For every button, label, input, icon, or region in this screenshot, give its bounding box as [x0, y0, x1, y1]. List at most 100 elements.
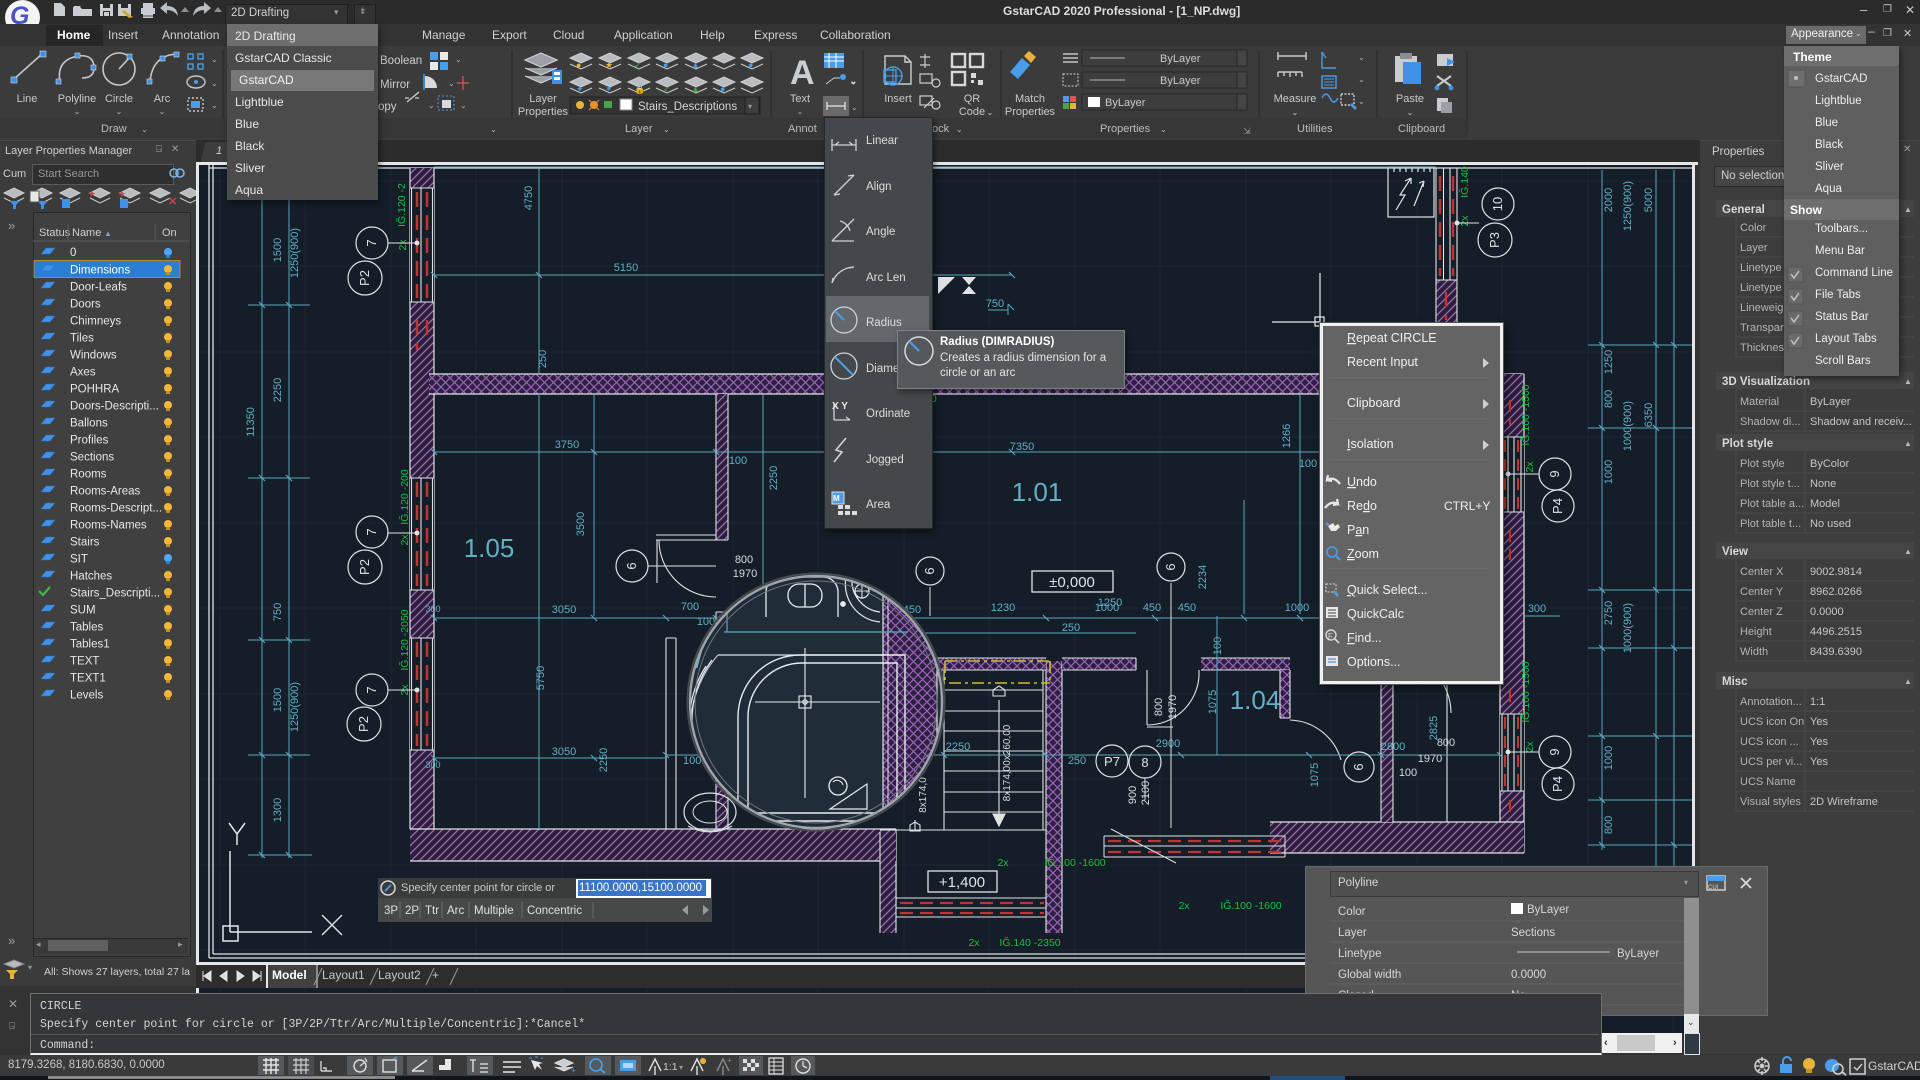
svg-text:⌄: ⌄ — [211, 101, 218, 110]
svg-text:⌄: ⌄ — [1292, 108, 1299, 117]
svg-text:3750: 3750 — [555, 439, 579, 451]
svg-text:1250(900): 1250(900) — [1622, 181, 1634, 231]
svg-text:Misc: Misc — [1722, 676, 1748, 688]
svg-text:ByLayer: ByLayer — [1160, 53, 1201, 65]
svg-text:450: 450 — [1143, 602, 1161, 614]
svg-text:GstarCAD Classic: GstarCAD Classic — [235, 51, 332, 65]
svg-text:7350: 7350 — [1010, 441, 1034, 453]
svg-text:Plot style t...: Plot style t... — [1740, 478, 1800, 490]
svg-text:Text: Text — [790, 93, 810, 105]
svg-text:6: 6 — [1163, 563, 1178, 570]
svg-text:Width: Width — [1740, 646, 1768, 658]
svg-text:3D Visualization: 3D Visualization — [1722, 376, 1810, 388]
svg-text:7: 7 — [364, 239, 379, 246]
svg-text:300: 300 — [425, 760, 440, 770]
svg-text:1075: 1075 — [1309, 763, 1321, 787]
svg-text:1000(900): 1000(900) — [1622, 401, 1634, 451]
svg-text:Material: Material — [1740, 396, 1779, 408]
svg-text:▲: ▲ — [691, 60, 700, 70]
svg-text:▾: ▾ — [679, 1063, 683, 1072]
svg-text:⌄: ⌄ — [460, 101, 467, 110]
svg-text:Diame: Diame — [866, 363, 899, 375]
svg-text:⌄: ⌄ — [1358, 53, 1365, 62]
svg-text:IĞ.120 -2050: IĞ.120 -2050 — [398, 609, 411, 670]
svg-text:800: 800 — [1437, 737, 1455, 749]
svg-text:300: 300 — [1528, 603, 1546, 615]
svg-text:▲: ▲ — [691, 84, 700, 94]
svg-text:⌄: ⌄ — [797, 107, 804, 116]
svg-text:5750: 5750 — [535, 666, 547, 690]
svg-text:250: 250 — [1068, 755, 1086, 767]
svg-text:▲: ▲ — [1904, 377, 1912, 386]
svg-text:▲: ▲ — [1904, 547, 1912, 556]
svg-text:P2: P2 — [357, 270, 372, 286]
svg-text:2x: 2x — [1524, 741, 1536, 753]
svg-text:+1,400: +1,400 — [939, 874, 985, 891]
svg-text:Show: Show — [1790, 203, 1823, 217]
svg-text:●: ● — [663, 60, 668, 70]
svg-text:P2: P2 — [357, 559, 372, 575]
svg-text:1.04: 1.04 — [1230, 685, 1281, 715]
svg-text:4496.2515: 4496.2515 — [1810, 626, 1862, 638]
svg-text:A: A — [790, 54, 815, 92]
svg-text:9: 9 — [1547, 748, 1562, 755]
svg-text:2D Drafting: 2D Drafting — [235, 29, 296, 43]
svg-text:ByLayer: ByLayer — [1105, 97, 1146, 109]
svg-text:1970: 1970 — [733, 568, 757, 580]
svg-text:Center Z: Center Z — [1740, 606, 1783, 618]
svg-text:Theme: Theme — [1793, 50, 1832, 64]
svg-text:100: 100 — [1212, 637, 1224, 655]
svg-text:▾: ▾ — [748, 102, 752, 111]
svg-text:Yes: Yes — [1810, 756, 1828, 768]
svg-text:2x: 2x — [968, 937, 980, 949]
svg-text:Shadow di...: Shadow di... — [1740, 416, 1801, 428]
svg-text:6: 6 — [624, 562, 639, 569]
svg-text:Aqua: Aqua — [235, 183, 263, 197]
svg-text:Polyline: Polyline — [58, 93, 97, 105]
svg-text:3P: 3P — [384, 905, 398, 917]
svg-text:QuickCalc: QuickCalc — [1347, 607, 1404, 621]
svg-text:100: 100 — [729, 455, 747, 467]
svg-text:300: 300 — [425, 604, 440, 614]
svg-text:Blue: Blue — [235, 117, 259, 131]
svg-text:Linetype: Linetype — [1740, 262, 1782, 274]
svg-text:5000: 5000 — [1643, 188, 1655, 212]
svg-text:6: 6 — [922, 567, 937, 574]
svg-text:6: 6 — [1351, 763, 1366, 770]
svg-text:Isolation: Isolation — [1347, 437, 1394, 451]
svg-text:⌄: ⌄ — [74, 107, 81, 116]
svg-text:Annotation...: Annotation... — [1740, 696, 1802, 708]
svg-text:Layer: Layer — [1338, 927, 1367, 939]
svg-text:⌄: ⌄ — [850, 77, 857, 86]
svg-text:2D Wireframe: 2D Wireframe — [1810, 796, 1878, 808]
svg-text:UCS icon ...: UCS icon ... — [1740, 736, 1799, 748]
svg-text:CUI: CUI — [1708, 885, 1719, 891]
svg-text:✦: ✦ — [576, 84, 584, 94]
svg-text:700: 700 — [681, 601, 699, 613]
svg-text:8: 8 — [1141, 755, 1148, 770]
svg-text:2250: 2250 — [598, 748, 610, 772]
svg-text:Utilities: Utilities — [1297, 123, 1333, 135]
svg-text:Height: Height — [1740, 626, 1772, 638]
svg-text:Color: Color — [1740, 222, 1767, 234]
svg-text:3500: 3500 — [575, 512, 587, 536]
svg-text:2P: 2P — [405, 905, 419, 917]
svg-text:0.0000: 0.0000 — [1511, 969, 1546, 981]
svg-text:Clipboard: Clipboard — [1347, 396, 1401, 410]
svg-text:1970: 1970 — [1167, 695, 1179, 719]
svg-text:⌄: ⌄ — [956, 125, 963, 134]
svg-text:File Tabs: File Tabs — [1815, 289, 1861, 301]
svg-text:1250(900): 1250(900) — [289, 228, 301, 278]
svg-text:3050: 3050 — [552, 746, 576, 758]
svg-text:7: 7 — [364, 686, 379, 693]
svg-text:Recent Input: Recent Input — [1347, 355, 1418, 369]
svg-text:Properties: Properties — [518, 106, 569, 118]
svg-text:IĞ.120 -2: IĞ.120 -2 — [395, 183, 408, 227]
svg-text:⌄: ⌄ — [987, 108, 994, 117]
svg-text:Status Bar: Status Bar — [1815, 311, 1869, 323]
svg-text:Undo: Undo — [1347, 475, 1377, 489]
svg-text:7: 7 — [364, 528, 379, 535]
svg-text:Layer: Layer — [1740, 242, 1768, 254]
svg-text:Plot table t...: Plot table t... — [1740, 518, 1801, 530]
svg-text:Ttr: Ttr — [425, 905, 439, 917]
